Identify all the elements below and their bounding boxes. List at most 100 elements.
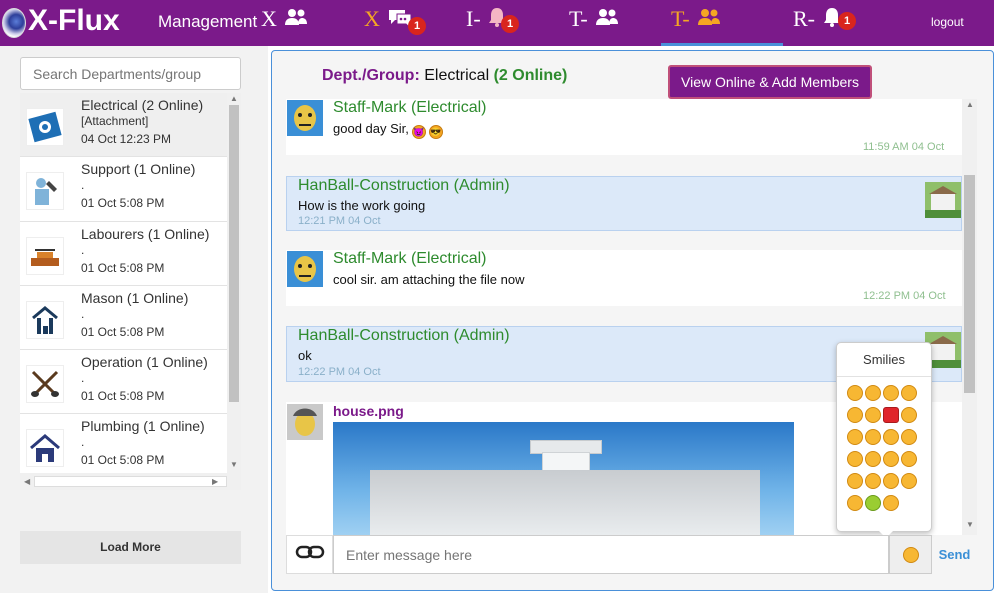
message-item: HanBall-Construction (Admin) How is the … xyxy=(286,176,962,231)
chat-scrollbar[interactable]: ▲ ▼ xyxy=(962,99,977,535)
group-icon xyxy=(697,6,721,32)
hscrollbar-thumb[interactable] xyxy=(34,476,227,487)
attachment-filename[interactable]: house.png xyxy=(333,403,404,419)
scroll-down-arrow-icon[interactable]: ▼ xyxy=(230,460,238,469)
department-list: Electrical (2 Online) [Attachment] 04 Oc… xyxy=(20,93,227,473)
thumbs-down-icon[interactable] xyxy=(901,473,917,489)
devil-emoji-icon: 😈 xyxy=(411,125,426,139)
message-sender: HanBall-Construction (Admin) xyxy=(298,327,510,344)
happy-emoji-icon[interactable] xyxy=(865,385,881,401)
department-item-support[interactable]: Support (1 Online) . 01 Oct 5:08 PM xyxy=(20,157,227,222)
glasses-emoji-icon[interactable] xyxy=(847,451,863,467)
department-time: 04 Oct 12:23 PM xyxy=(81,132,172,146)
nav-team[interactable]: T- xyxy=(569,6,619,32)
nav-group-management[interactable]: X xyxy=(261,6,308,32)
sweat-emoji-icon[interactable] xyxy=(901,385,917,401)
department-last-message: . xyxy=(81,178,85,193)
sad-emoji-icon[interactable] xyxy=(847,473,863,489)
scroll-right-arrow-icon[interactable]: ▶ xyxy=(212,477,218,486)
department-list-hscrollbar[interactable]: ◀ ▶ xyxy=(20,473,241,490)
message-text: cool sir. am attaching the file now xyxy=(333,272,525,287)
message-text: ok xyxy=(298,348,312,363)
operation-icon xyxy=(26,365,64,404)
labourers-icon xyxy=(26,236,64,275)
nav-chat[interactable]: X xyxy=(364,6,413,34)
avatar xyxy=(287,404,323,440)
scrollbar-thumb[interactable] xyxy=(229,105,239,402)
department-last-message: . xyxy=(81,306,85,321)
avatar xyxy=(925,182,961,218)
department-name: Electrical (2 Online) xyxy=(81,97,204,113)
management-label[interactable]: Management xyxy=(158,12,257,32)
message-time: 12:22 PM 04 Oct xyxy=(863,290,946,302)
department-item-operation[interactable]: Operation (1 Online) . 01 Oct 5:08 PM xyxy=(20,350,227,415)
heart-icon[interactable] xyxy=(883,407,899,423)
app-logo[interactable]: X-Flux xyxy=(28,4,120,38)
department-item-labourers[interactable]: Labourers (1 Online) . 01 Oct 5:08 PM xyxy=(20,221,227,286)
house-image-roof xyxy=(370,470,760,535)
message-item: Staff-Mark (Electrical) cool sir. am att… xyxy=(286,250,962,306)
department-item-electrical[interactable]: Electrical (2 Online) [Attachment] 04 Oc… xyxy=(20,93,227,158)
wink-emoji-icon[interactable] xyxy=(883,451,899,467)
department-item-plumbing[interactable]: Plumbing (1 Online) . 01 Oct 5:08 PM xyxy=(20,414,227,473)
attach-link-icon[interactable] xyxy=(286,535,333,574)
nav-label: R- xyxy=(793,6,815,31)
worried-emoji-icon[interactable] xyxy=(865,473,881,489)
group-icon xyxy=(284,6,308,32)
smilies-popup: Smilies xyxy=(836,342,932,532)
smiley-icon xyxy=(902,546,919,563)
shocked-emoji-icon[interactable] xyxy=(901,451,917,467)
department-name: Plumbing (1 Online) xyxy=(81,418,205,435)
tongue-emoji-icon[interactable] xyxy=(865,451,881,467)
load-more-button[interactable]: Load More xyxy=(20,531,241,564)
scroll-up-arrow-icon[interactable]: ▲ xyxy=(230,94,238,103)
notification-badge: 1 xyxy=(501,15,519,33)
nav-label: T- xyxy=(671,6,690,31)
sick-emoji-icon[interactable] xyxy=(865,495,881,511)
online-count: (2 Online) xyxy=(493,67,568,84)
avatar xyxy=(287,100,323,136)
department-name: Mason (1 Online) xyxy=(81,289,189,306)
department-name: Operation (1 Online) xyxy=(81,354,208,371)
smile-emoji-icon[interactable] xyxy=(847,385,863,401)
group-header-label: Dept./Group: xyxy=(322,67,420,84)
send-button[interactable]: Send xyxy=(932,535,977,574)
cool-emoji-icon[interactable] xyxy=(883,385,899,401)
neutral-emoji-icon[interactable] xyxy=(901,429,917,445)
group-header: Dept./Group: Electrical (2 Online) xyxy=(322,67,567,85)
content-emoji-icon[interactable] xyxy=(883,495,899,511)
scroll-down-arrow-icon[interactable]: ▼ xyxy=(966,520,974,529)
top-navbar: X-Flux Management X X 1 I- 1 T- T- R- 1 … xyxy=(0,0,994,46)
view-online-add-members-button[interactable]: View Online & Add Members xyxy=(668,65,872,99)
emoji-button[interactable] xyxy=(889,535,932,574)
laugh-emoji-icon[interactable] xyxy=(865,429,881,445)
electrical-icon xyxy=(26,108,64,146)
department-item-mason[interactable]: Mason (1 Online) . 01 Oct 5:08 PM xyxy=(20,285,227,351)
message-sender: HanBall-Construction (Admin) xyxy=(298,177,510,194)
group-name: Electrical xyxy=(424,67,490,84)
scroll-left-arrow-icon[interactable]: ◀ xyxy=(24,477,30,486)
nav-team-active[interactable]: T- xyxy=(671,6,721,32)
smirk-emoji-icon[interactable] xyxy=(883,429,899,445)
nav-internal-notifications[interactable]: I- xyxy=(466,6,506,34)
blush-emoji-icon[interactable] xyxy=(847,429,863,445)
scroll-up-arrow-icon[interactable]: ▲ xyxy=(966,100,974,109)
grin-emoji-icon[interactable] xyxy=(901,407,917,423)
nerd-emoji-icon[interactable] xyxy=(847,407,863,423)
surprised-emoji-icon[interactable] xyxy=(883,473,899,489)
avatar xyxy=(287,251,323,287)
message-input[interactable] xyxy=(333,535,889,574)
department-list-scrollbar[interactable]: ▲ ▼ xyxy=(227,93,241,473)
department-last-message: . xyxy=(81,242,85,257)
nav-label: I- xyxy=(466,6,481,31)
department-time: 01 Oct 5:08 PM xyxy=(81,453,165,468)
thumbs-up-icon[interactable] xyxy=(847,495,863,511)
reminder-badge: 1 xyxy=(838,12,856,30)
nav-reminders[interactable]: R- xyxy=(793,6,841,34)
logout-link[interactable]: logout xyxy=(931,15,964,29)
chat-scrollbar-thumb[interactable] xyxy=(964,175,975,393)
nav-label: X xyxy=(364,6,380,31)
angry-emoji-icon[interactable] xyxy=(865,407,881,423)
department-search-input[interactable] xyxy=(20,57,241,90)
department-time: 01 Oct 5:08 PM xyxy=(81,260,165,275)
